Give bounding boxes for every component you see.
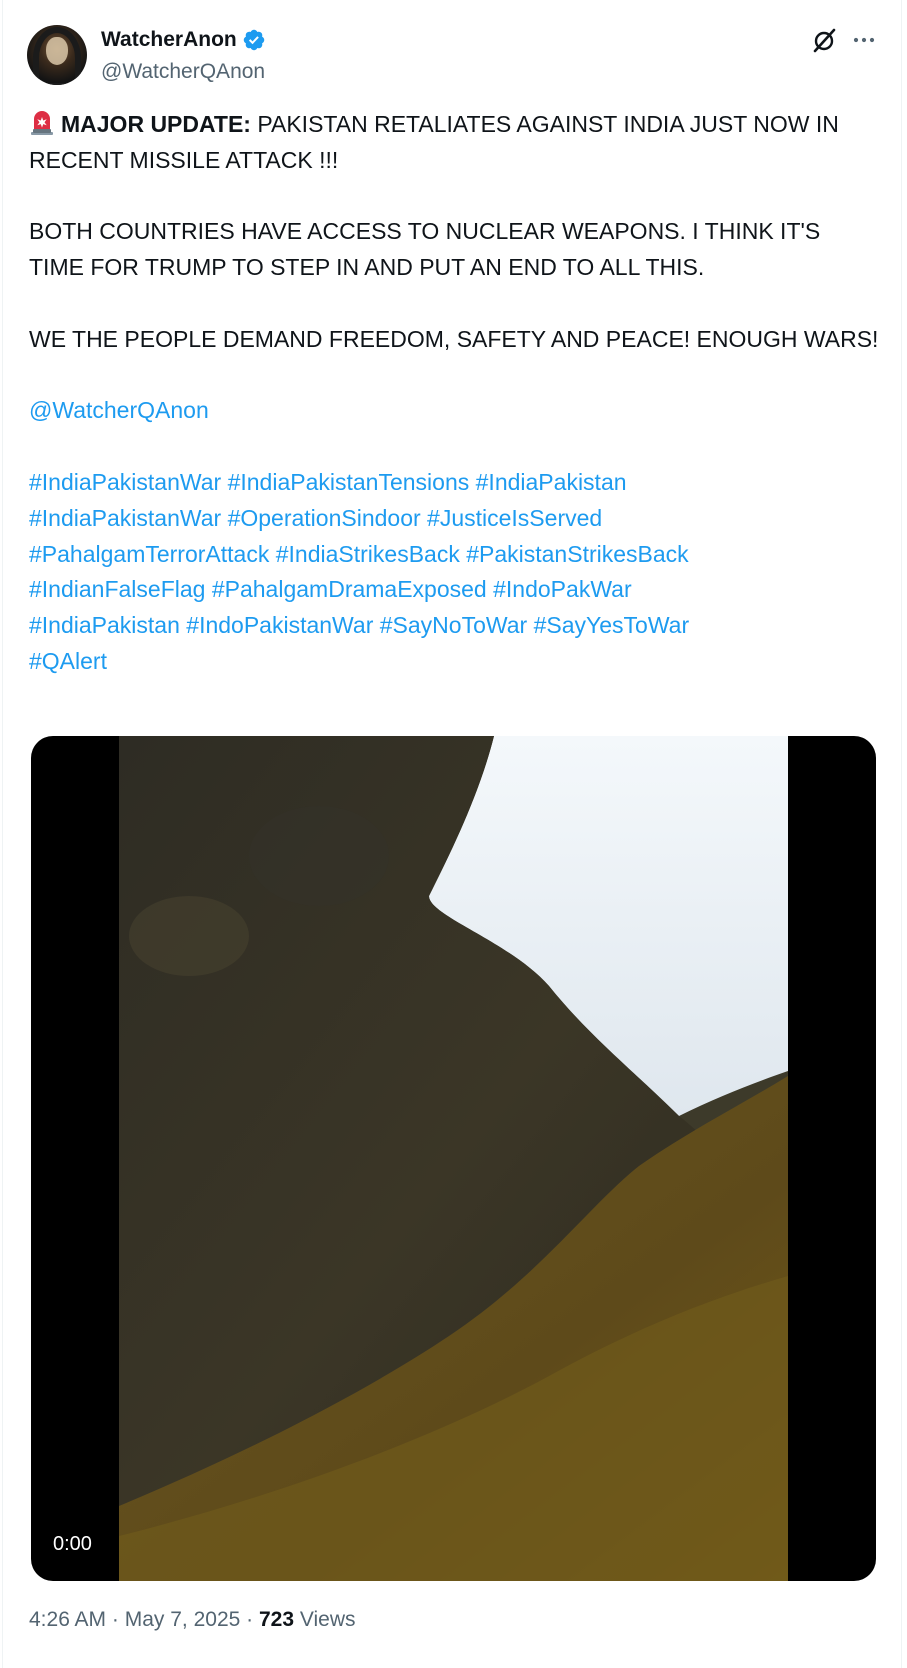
verified-badge-icon [243, 29, 264, 51]
tweet-paragraph-3: WE THE PEOPLE DEMAND FREEDOM, SAFETY AND… [29, 325, 879, 352]
grok-slash-icon[interactable] [810, 26, 838, 54]
tweet-paragraph-2: BOTH COUNTRIES HAVE ACCESS TO NUCLEAR WE… [29, 218, 821, 281]
video-player[interactable]: 0:00 [31, 736, 876, 1581]
hashtag-link[interactable]: #PahalgamTerrorAttack [29, 541, 269, 567]
hashtag-link[interactable]: #IndoPakWar [493, 576, 632, 602]
video-still-image [119, 736, 788, 1581]
hashtag-link[interactable]: #PakistanStrikesBack [466, 541, 688, 567]
tweet-text: MAJOR UPDATE: PAKISTAN RETALIATES AGAINS… [29, 107, 879, 680]
tweet-time[interactable]: 4:26 AM [29, 1608, 106, 1631]
more-horizontal-icon[interactable] [849, 26, 879, 54]
hashtag-link[interactable]: #SayYesToWar [534, 612, 690, 638]
views-label: Views [294, 1608, 356, 1631]
hashtag-link[interactable]: #IndiaPakistanWar [29, 505, 221, 531]
author-display-name-row[interactable]: WatcherAnon [101, 28, 266, 52]
video-frame[interactable] [119, 736, 788, 1581]
views-count: 723 [258, 1608, 295, 1631]
mention-link[interactable]: @WatcherQAnon [29, 397, 209, 423]
hashtag-link[interactable]: #IndiaPakistanTensions [228, 469, 470, 495]
meta-separator: · [240, 1608, 259, 1631]
tweet-card: WatcherAnon @WatcherQAnon MAJOR UPDATE: … [2, 0, 902, 1668]
hashtag-link[interactable]: #IndiaStrikesBack [276, 541, 460, 567]
hashtag-link[interactable]: #OperationSindoor [228, 505, 421, 531]
meta-separator: · [106, 1608, 125, 1631]
hashtag-link[interactable]: #IndoPakistanWar [186, 612, 373, 638]
hashtag-link[interactable]: #PahalgamDramaExposed [212, 576, 487, 602]
avatar[interactable] [27, 25, 87, 85]
hashtag-link[interactable]: #IndiaPakistan [476, 469, 627, 495]
author-display-name[interactable]: WatcherAnon [101, 28, 237, 52]
avatar-mask [46, 37, 68, 65]
hashtag-link[interactable]: #JusticeIsServed [427, 505, 602, 531]
tweet-date[interactable]: May 7, 2025 [125, 1608, 241, 1631]
tweet-headline-label: MAJOR UPDATE: [61, 111, 251, 137]
hashtag-link[interactable]: #IndiaPakistan [29, 612, 180, 638]
hashtag-block: #IndiaPakistanWar #IndiaPakistanTensions… [29, 465, 879, 680]
hashtag-link[interactable]: #SayNoToWar [380, 612, 527, 638]
hashtag-link[interactable]: #IndianFalseFlag [29, 576, 205, 602]
author-handle[interactable]: @WatcherQAnon [101, 60, 265, 84]
hashtag-link[interactable]: #QAlert [29, 648, 107, 674]
video-duration: 0:00 [53, 1533, 92, 1555]
rotating-light-emoji-icon [31, 111, 53, 135]
tweet-headline: MAJOR UPDATE: PAKISTAN RETALIATES AGAINS… [29, 107, 879, 179]
hashtag-link[interactable]: #IndiaPakistanWar [29, 469, 221, 495]
tweet-meta: 4:26 AM · May 7, 2025 · 723 Views [29, 1608, 356, 1632]
